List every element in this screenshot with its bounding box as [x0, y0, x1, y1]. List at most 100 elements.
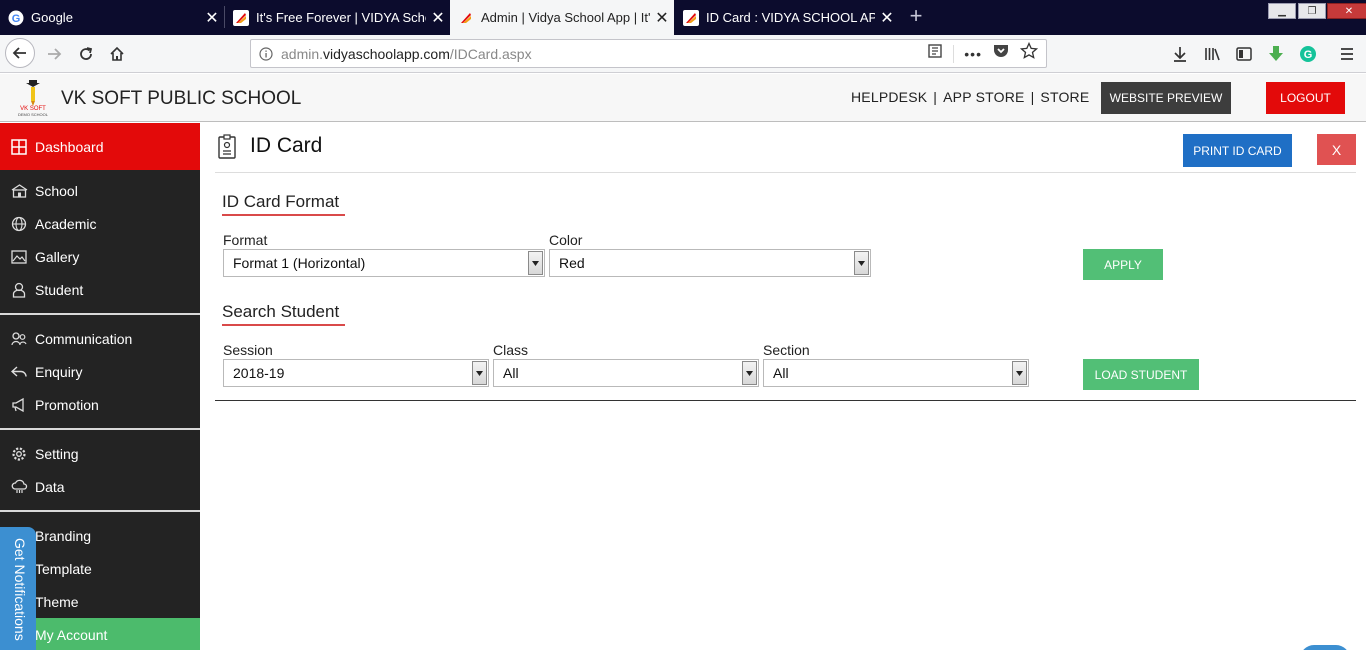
download-icon[interactable] [1169, 43, 1191, 65]
home-icon[interactable] [103, 40, 131, 68]
app-header: VK SOFT DEMO SCHOOL VK SOFT PUBLIC SCHOOL… [0, 74, 1366, 122]
extension-download-icon[interactable] [1265, 43, 1287, 65]
sidebar-item-label: Student [35, 281, 84, 298]
helpdesk-link[interactable]: HELPDESK [851, 89, 927, 105]
reload-icon[interactable] [72, 40, 100, 68]
hamburger-menu-icon[interactable] [1336, 43, 1358, 65]
vidya-icon [683, 9, 699, 26]
dropdown-arrow-icon[interactable] [742, 361, 757, 385]
browser-tab-strip: G Google ✕ It's Free Forever | VIDYA Sch… [0, 0, 1366, 35]
sidebar-item-student[interactable]: Student [0, 273, 200, 306]
reader-view-icon[interactable] [927, 43, 943, 64]
color-select[interactable]: Red [549, 249, 871, 277]
browser-tab-google[interactable]: G Google ✕ [0, 0, 224, 35]
logout-button[interactable]: LOGOUT [1266, 82, 1345, 114]
megaphone-icon [10, 396, 28, 414]
forward-arrow-icon[interactable] [40, 40, 68, 68]
sidebar-item-label: Template [35, 560, 92, 577]
cloud-icon [10, 478, 28, 496]
sidebar-item-school[interactable]: School [0, 174, 200, 207]
restore-icon[interactable]: ❐ [1298, 3, 1326, 19]
sidebar-item-label: Enquiry [35, 363, 83, 380]
close-tab-icon[interactable]: ✕ [426, 8, 450, 28]
browser-tab-vidya-free[interactable]: It's Free Forever | VIDYA School ✕ [225, 0, 450, 35]
bookmark-star-icon[interactable] [1019, 41, 1039, 65]
school-name: VK SOFT PUBLIC SCHOOL [61, 88, 302, 109]
chat-widget-bubble[interactable] [1300, 645, 1350, 650]
sidebar-divider [0, 428, 200, 430]
sidebar-item-label: Academic [35, 215, 97, 232]
sidebar-item-label: Theme [35, 593, 79, 610]
session-selected-value: 2018-19 [233, 365, 285, 381]
sidebar-item-dashboard[interactable]: Dashboard [0, 123, 200, 170]
back-arrow-icon[interactable] [5, 38, 35, 68]
format-select[interactable]: Format 1 (Horizontal) [223, 249, 545, 277]
school-logo[interactable]: VK SOFT DEMO SCHOOL [18, 78, 48, 118]
pocket-icon[interactable] [992, 43, 1010, 64]
section-select[interactable]: All [763, 359, 1029, 387]
sidebar-item-label: Promotion [35, 396, 99, 413]
google-icon: G [8, 10, 24, 26]
tab-title: Admin | Vidya School App | It's [481, 10, 650, 25]
reply-icon [10, 363, 28, 381]
get-notifications-label[interactable]: Get Notifications [8, 538, 28, 650]
session-select[interactable]: 2018-19 [223, 359, 489, 387]
format-label: Format [223, 232, 268, 248]
sidebar-item-setting[interactable]: Setting [0, 437, 200, 470]
dashboard-grid-icon [10, 138, 28, 156]
sidebar-item-label: School [35, 182, 78, 199]
close-tab-icon[interactable]: ✕ [200, 8, 224, 28]
minimize-icon[interactable]: ▁ [1268, 3, 1296, 19]
browser-tab-id-card[interactable]: ID Card : VIDYA SCHOOL APP ✕ [675, 0, 899, 35]
apply-button[interactable]: APPLY [1083, 249, 1163, 280]
load-student-button[interactable]: LOAD STUDENT [1083, 359, 1199, 390]
dropdown-arrow-icon[interactable] [1012, 361, 1027, 385]
sidebar-item-academic[interactable]: Academic [0, 207, 200, 240]
top-links: HELPDESK | APP STORE | STORE [851, 89, 1089, 105]
print-id-card-button[interactable]: PRINT ID CARD [1183, 134, 1292, 167]
grammarly-icon[interactable]: G [1297, 43, 1319, 65]
section-label: Section [763, 342, 810, 358]
gear-icon [10, 445, 28, 463]
close-button[interactable]: X [1317, 134, 1356, 165]
window-close-icon[interactable]: ✕ [1327, 3, 1366, 19]
logo-text: VK SOFT DEMO SCHOOL [17, 106, 48, 117]
url-bar[interactable]: admin.vidyaschoolapp.com/IDCard.aspx ••• [250, 39, 1047, 68]
heading-underline [222, 214, 345, 216]
close-tab-icon[interactable]: ✕ [875, 8, 899, 28]
info-icon[interactable] [251, 46, 281, 61]
link-separator: | [933, 89, 938, 105]
dropdown-arrow-icon[interactable] [854, 251, 869, 275]
id-card-icon [217, 134, 239, 160]
close-tab-icon[interactable]: ✕ [650, 8, 674, 28]
sidebar-toggle-icon[interactable] [1233, 43, 1255, 65]
class-selected-value: All [503, 365, 519, 381]
tab-title: Google [31, 10, 73, 25]
store-link[interactable]: STORE [1040, 89, 1089, 105]
website-preview-button[interactable]: WEBSITE PREVIEW [1101, 82, 1231, 114]
form-bottom-divider [215, 400, 1356, 401]
color-selected-value: Red [559, 255, 585, 271]
session-label: Session [223, 342, 273, 358]
library-icon[interactable] [1201, 43, 1223, 65]
browser-tab-admin[interactable]: Admin | Vidya School App | It's ✕ [450, 0, 674, 35]
page-actions-icon[interactable]: ••• [964, 46, 982, 62]
sidebar-item-data[interactable]: Data [0, 470, 200, 503]
new-tab-plus-icon[interactable]: + [904, 4, 928, 28]
sidebar-item-label: My Account [35, 626, 108, 643]
heading-underline [222, 324, 345, 326]
dropdown-arrow-icon[interactable] [528, 251, 543, 275]
student-icon [10, 281, 28, 299]
svg-text:G: G [1304, 49, 1313, 61]
sidebar-item-enquiry[interactable]: Enquiry [0, 355, 200, 388]
sidebar-item-gallery[interactable]: Gallery [0, 240, 200, 273]
class-select[interactable]: All [493, 359, 759, 387]
sidebar-divider [0, 313, 200, 315]
app-store-link[interactable]: APP STORE [943, 89, 1024, 105]
url-text[interactable]: admin.vidyaschoolapp.com/IDCard.aspx [281, 46, 927, 62]
sidebar-item-communication[interactable]: Communication [0, 322, 200, 355]
sidebar-item-label: Gallery [35, 248, 80, 265]
sidebar-divider [0, 510, 200, 512]
dropdown-arrow-icon[interactable] [472, 361, 487, 385]
sidebar-item-promotion[interactable]: Promotion [0, 388, 200, 421]
